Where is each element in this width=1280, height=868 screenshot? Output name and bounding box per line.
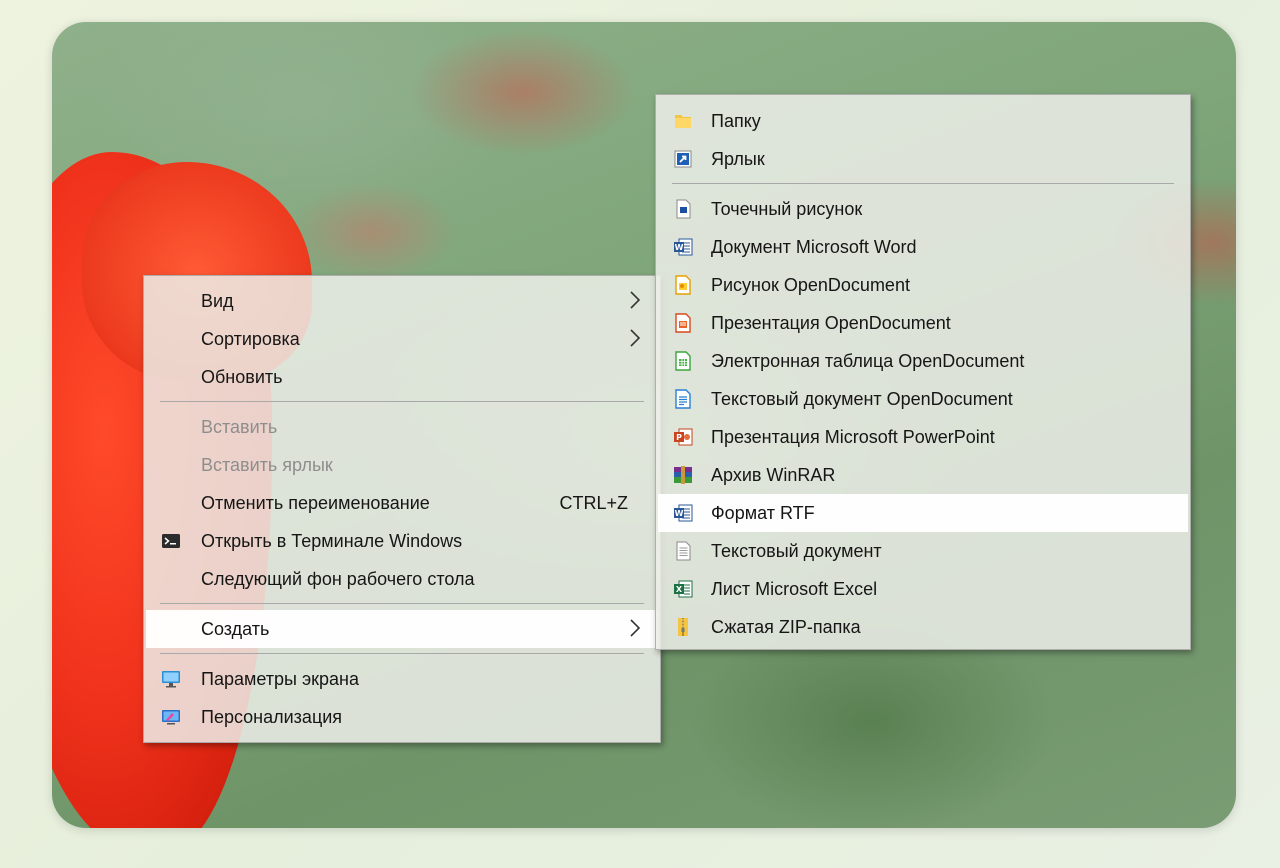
submenu-item-label: Текстовый документ OpenDocument (711, 389, 1013, 409)
submenu-item-label: Точечный рисунок (711, 199, 863, 219)
submenu-item-powerpoint[interactable]: P Презентация Microsoft PowerPoint (658, 418, 1188, 456)
menu-item-label: Создать (201, 619, 270, 639)
menu-item-label: Персонализация (201, 707, 343, 727)
submenu-item-od-drawing[interactable]: Рисунок OpenDocument (658, 266, 1188, 304)
submenu-item-label: Архив WinRAR (711, 465, 836, 485)
menu-item-label: Параметры экрана (201, 669, 359, 689)
menu-separator (160, 653, 644, 654)
submenu-item-bitmap[interactable]: Точечный рисунок (658, 190, 1188, 228)
menu-item-label: Следующий фон рабочего стола (201, 569, 475, 589)
powerpoint-icon: P (674, 428, 693, 446)
menu-item-label: Вид (201, 291, 234, 311)
od-drawing-icon (675, 275, 691, 295)
menu-item-next-background[interactable]: Следующий фон рабочего стола (146, 560, 658, 598)
menu-item-refresh[interactable]: Обновить (146, 358, 658, 396)
zip-folder-icon (678, 618, 688, 636)
od-text-icon (675, 389, 691, 409)
display-settings-icon (162, 671, 180, 688)
menu-item-display-settings[interactable]: Параметры экрана (146, 660, 658, 698)
word-icon: W (674, 238, 693, 256)
submenu-item-excel[interactable]: X Лист Microsoft Excel (658, 570, 1188, 608)
submenu-item-od-text[interactable]: Текстовый документ OpenDocument (658, 380, 1188, 418)
desktop-context-menu: Вид Сортировка Обновить Вставить Вставит… (143, 275, 661, 743)
svg-text:W: W (675, 509, 684, 518)
menu-item-personalization[interactable]: Персонализация (146, 698, 658, 736)
submenu-item-rtf[interactable]: W Формат RTF (658, 494, 1188, 532)
menu-item-undo-rename[interactable]: Отменить переименование CTRL+Z (146, 484, 658, 522)
menu-item-create[interactable]: Создать (146, 610, 658, 648)
menu-item-open-terminal[interactable]: Открыть в Терминале Windows (146, 522, 658, 560)
excel-icon: X (674, 580, 693, 598)
text-document-icon (676, 541, 691, 561)
svg-text:P: P (676, 433, 682, 442)
menu-item-view[interactable]: Вид (146, 282, 658, 320)
rtf-icon: W (674, 504, 693, 522)
menu-item-paste: Вставить (146, 408, 658, 446)
menu-item-label: Отменить переименование (201, 493, 430, 513)
submenu-item-label: Лист Microsoft Excel (711, 579, 878, 599)
folder-icon (675, 115, 691, 128)
svg-text:X: X (676, 585, 683, 594)
menu-separator (160, 603, 644, 604)
menu-separator (160, 401, 644, 402)
chevron-right-icon (630, 291, 641, 309)
submenu-item-folder[interactable]: Папку (658, 102, 1188, 140)
menu-item-sort[interactable]: Сортировка (146, 320, 658, 358)
od-spreadsheet-icon (675, 351, 691, 371)
chevron-right-icon (630, 619, 641, 637)
submenu-item-label: Ярлык (711, 149, 765, 169)
menu-item-label: Вставить (201, 417, 278, 437)
submenu-item-label: Текстовый документ (711, 541, 882, 561)
menu-item-label: Открыть в Терминале Windows (201, 531, 463, 551)
winrar-icon (674, 466, 692, 484)
terminal-icon (162, 534, 180, 548)
submenu-item-label: Документ Microsoft Word (711, 237, 917, 257)
menu-item-paste-shortcut: Вставить ярлык (146, 446, 658, 484)
submenu-item-label: Рисунок OpenDocument (711, 275, 910, 295)
submenu-item-label: Сжатая ZIP-папка (711, 617, 861, 637)
svg-text:W: W (675, 243, 684, 252)
menu-item-label: Сортировка (201, 329, 300, 349)
submenu-item-shortcut[interactable]: Ярлык (658, 140, 1188, 178)
submenu-item-label: Папку (711, 111, 761, 131)
submenu-item-label: Презентация OpenDocument (711, 313, 951, 333)
submenu-item-word[interactable]: W Документ Microsoft Word (658, 228, 1188, 266)
bitmap-icon (676, 199, 691, 219)
create-submenu: Папку Ярлык Точечный рисунок W Документ … (655, 94, 1191, 650)
submenu-item-text-document[interactable]: Текстовый документ (658, 532, 1188, 570)
chevron-right-icon (630, 329, 641, 347)
submenu-item-winrar[interactable]: Архив WinRAR (658, 456, 1188, 494)
menu-item-label: Обновить (201, 367, 283, 387)
submenu-item-label: Презентация Microsoft PowerPoint (711, 427, 995, 447)
menu-separator (672, 183, 1174, 184)
menu-item-shortcut: CTRL+Z (559, 493, 628, 513)
shortcut-icon (674, 150, 692, 168)
od-presentation-icon (675, 313, 691, 333)
submenu-item-label: Электронная таблица OpenDocument (711, 351, 1025, 371)
menu-item-label: Вставить ярлык (201, 455, 333, 475)
submenu-item-label: Формат RTF (711, 503, 815, 523)
personalization-icon (162, 710, 180, 725)
submenu-item-od-presentation[interactable]: Презентация OpenDocument (658, 304, 1188, 342)
submenu-item-od-spreadsheet[interactable]: Электронная таблица OpenDocument (658, 342, 1188, 380)
submenu-item-zip-folder[interactable]: Сжатая ZIP-папка (658, 608, 1188, 646)
